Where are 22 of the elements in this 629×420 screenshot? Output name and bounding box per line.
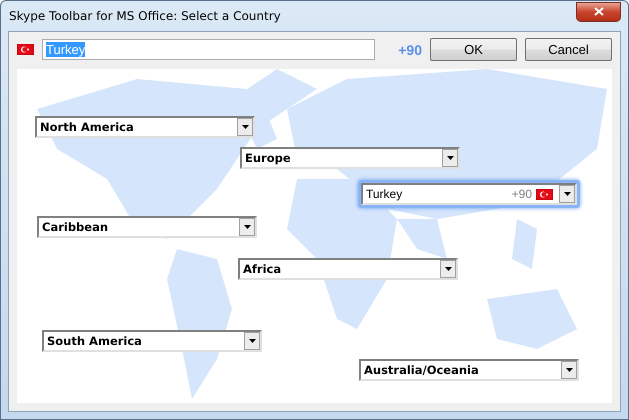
region-dropdown[interactable]: Africa xyxy=(238,258,458,280)
region-dropdown[interactable]: Europe xyxy=(240,147,460,169)
country-dropdown[interactable]: Turkey +90 xyxy=(361,183,577,205)
dropdown-arrow-icon xyxy=(244,225,250,229)
region-dropdown[interactable]: South America xyxy=(42,330,262,352)
region-dropdown[interactable]: Australia/Oceania xyxy=(359,359,579,381)
cancel-button[interactable]: Cancel xyxy=(525,38,612,61)
dropdown-arrow-icon xyxy=(248,339,256,343)
close-icon xyxy=(594,7,604,16)
dropdown-arrow-icon xyxy=(444,267,452,271)
dropdown-arrow-icon xyxy=(566,368,572,372)
window-title: Skype Toolbar for MS Office: Select a Country xyxy=(8,9,281,23)
region-dropdown[interactable]: Caribbean xyxy=(37,216,257,238)
region-dropdown[interactable]: North America xyxy=(35,116,255,138)
turkey-flag-icon xyxy=(17,44,34,55)
ok-button[interactable]: OK xyxy=(430,38,517,61)
dropdown-arrow-icon xyxy=(242,125,248,129)
dropdown-arrow-icon xyxy=(446,156,454,160)
country-code: +90 xyxy=(398,42,422,58)
turkey-flag-icon xyxy=(536,188,553,200)
dropdown-arrow-icon xyxy=(564,192,570,196)
close-button[interactable] xyxy=(576,2,621,22)
